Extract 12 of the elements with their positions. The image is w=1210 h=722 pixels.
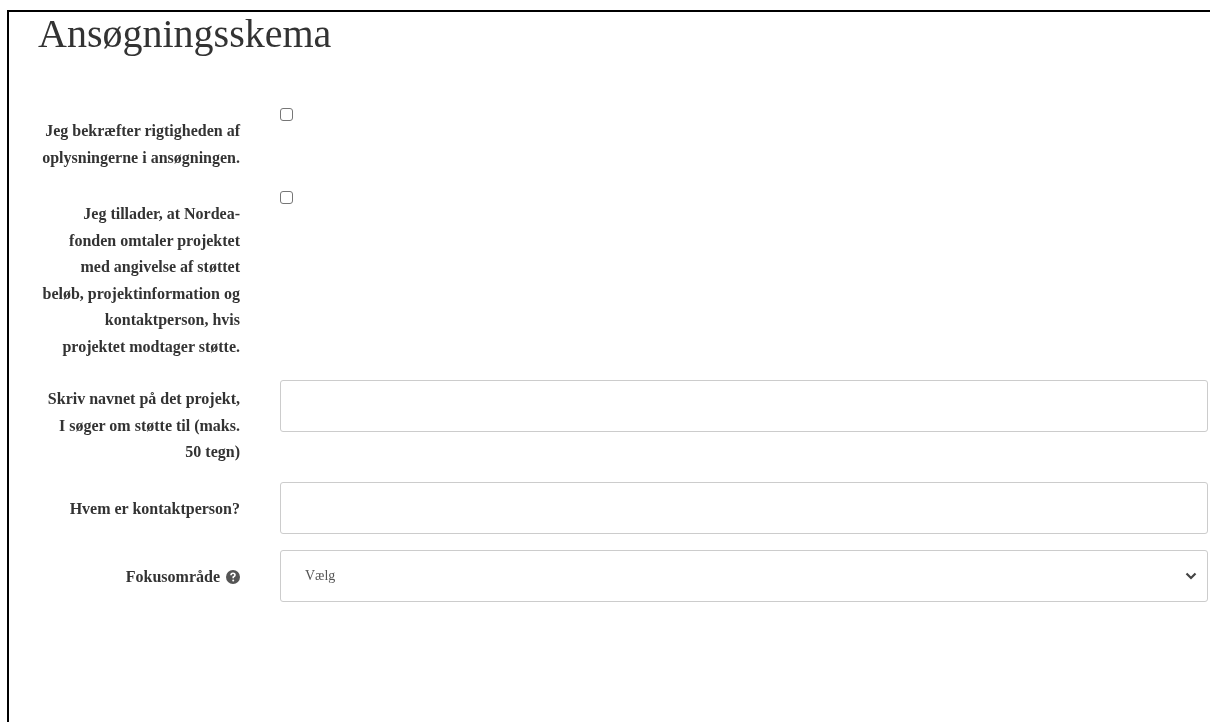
- field-label: Fokusområde: [125, 566, 220, 587]
- text-field[interactable]: [280, 380, 1208, 432]
- field-label: Hvem er kontaktperson?: [69, 498, 240, 520]
- checkbox[interactable]: [280, 108, 293, 121]
- text-field[interactable]: [280, 481, 1208, 534]
- field-label: Jeg bekræfter rigtigheden af oplysningerne i ansøgningen.: [41, 121, 240, 169]
- select-dropdown[interactable]: Vælg: [280, 549, 1208, 602]
- checkbox[interactable]: [280, 191, 293, 204]
- field-label: Jeg tillader, at Nordea-fonden omtaler projektet med angivelse af støttet beløb, projektinformation og kontaktperson, hvis projektet modtager støtte.: [41, 204, 240, 358]
- field-label: Skriv navnet på det projekt, I søger om støtte til (maks. 50 tegn): [46, 389, 240, 463]
- chevron-down-icon: [1185, 571, 1197, 580]
- form-title: Ansøgningsskema: [37, 12, 333, 56]
